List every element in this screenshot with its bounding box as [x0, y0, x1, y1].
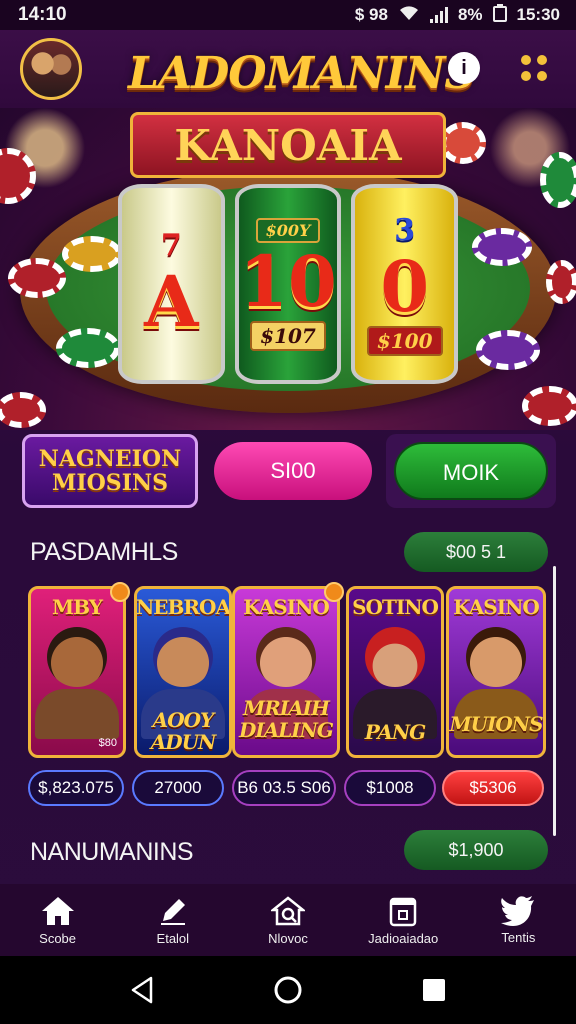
- price-badge[interactable]: $,823.075: [28, 770, 124, 806]
- promo-button[interactable]: NAGNEION MIOSINS: [22, 434, 198, 508]
- chip-icon: [0, 392, 46, 428]
- status-icons: $ 98 8% 15:30: [354, 3, 560, 27]
- chip-icon: [522, 386, 576, 426]
- nav-label: Jadioaiadao: [368, 930, 439, 946]
- card-caption: MUIONS: [449, 712, 543, 736]
- calendar-icon: [389, 897, 417, 926]
- home-circle-icon[interactable]: [273, 975, 303, 1005]
- price-row: $,823.075 27000 B6 03.5 S06 $1008 $5306: [0, 770, 576, 806]
- card-character: [256, 627, 316, 687]
- wifi-icon: [398, 5, 420, 26]
- reel-1: 7 A: [118, 184, 225, 384]
- battery-percent: 8%: [457, 5, 483, 24]
- battery-icon: [492, 3, 507, 27]
- signal-icon: [429, 7, 448, 23]
- price-badge[interactable]: $1008: [344, 770, 436, 806]
- avatar[interactable]: [20, 38, 82, 100]
- search-home-icon: [271, 895, 305, 925]
- menu-grid-icon[interactable]: [518, 52, 550, 84]
- action-row: NAGNEION MIOSINS SI00 MOIK: [0, 432, 576, 512]
- chip-icon: [62, 236, 122, 272]
- reel-3-bottom: $100: [366, 325, 443, 356]
- reel-2-top: $00Y: [255, 217, 321, 243]
- green-button[interactable]: MOIK: [394, 442, 548, 500]
- recents-icon[interactable]: [421, 977, 447, 1003]
- pink-button[interactable]: SI00: [214, 442, 372, 500]
- game-cards: MBY $80 NEBROA AOOY ADUN KASINO MRIAIH D…: [28, 582, 548, 762]
- game-card[interactable]: SOTINO PANG: [346, 586, 444, 758]
- game-card[interactable]: NEBROA AOOY ADUN: [134, 586, 232, 758]
- card-caption: MRIAIH DIALING: [239, 696, 334, 742]
- hero-title-banner: KANOAIA: [130, 112, 446, 178]
- scrollbar[interactable]: [553, 566, 556, 836]
- card-character: [365, 627, 425, 687]
- nav-item-search[interactable]: Nlovoc: [230, 884, 345, 956]
- chip-icon: [8, 258, 66, 298]
- back-icon[interactable]: [129, 976, 155, 1004]
- status-time: 14:10: [18, 4, 67, 25]
- nav-label: Etalol: [156, 930, 190, 946]
- card-character: [466, 627, 526, 687]
- pen-icon: [160, 898, 185, 925]
- game-card[interactable]: KASINO MRIAIH DIALING: [232, 586, 340, 758]
- price-badge[interactable]: $5306: [442, 770, 544, 806]
- system-nav-bar: [0, 956, 576, 1024]
- card-character: [153, 627, 213, 687]
- chip-icon: [476, 330, 540, 370]
- nav-label: Tentis: [501, 929, 536, 945]
- game-card[interactable]: KASINO MUIONS: [446, 586, 546, 758]
- price-badge[interactable]: 27000: [132, 770, 224, 806]
- status-clock: 15:30: [516, 5, 560, 24]
- info-button[interactable]: i: [448, 52, 480, 84]
- nav-label: Scobe: [39, 930, 77, 946]
- reel-2-bottom: $107: [250, 320, 326, 351]
- reel-3-symbol: 0: [380, 244, 430, 328]
- card-caption: AOOY ADUN: [150, 708, 217, 754]
- chip-icon: [56, 328, 120, 368]
- twitter-icon: [501, 895, 535, 926]
- hero-banner[interactable]: 7 A $00Y 10 $107 3 0 $100 KANOAIA: [0, 108, 576, 430]
- reel-2-symbol: 10: [239, 239, 337, 323]
- section-title-2: NANUMANINS: [30, 838, 194, 866]
- section-1-pill-button[interactable]: $00 5 1: [404, 532, 548, 572]
- reel-1-symbol: A: [144, 259, 199, 343]
- card-character-body: [35, 689, 119, 739]
- card-badge-icon: [110, 582, 130, 602]
- reel-1-top: 7: [160, 227, 182, 263]
- status-bar: 14:10 $ 98 8% 15:30: [0, 0, 576, 30]
- notification-icons: $ 98: [354, 5, 388, 24]
- card-title: KASINO: [243, 595, 330, 619]
- card-title: NEBROA: [136, 595, 230, 619]
- nav-item-home[interactable]: Scobe: [0, 884, 115, 956]
- section-2-pill-button[interactable]: $1,900: [404, 830, 548, 870]
- chip-icon: [540, 152, 576, 208]
- card-title: SOTINO: [352, 595, 439, 619]
- app-header: LADOMANINS i: [0, 30, 576, 108]
- price-badge[interactable]: B6 03.5 S06: [232, 770, 336, 806]
- card-title: MBY: [52, 595, 103, 619]
- card-title: KASINO: [453, 595, 540, 619]
- chip-icon: [472, 228, 532, 266]
- reel-2: $00Y 10 $107: [234, 184, 342, 384]
- home-icon: [41, 896, 74, 925]
- nav-item-edit[interactable]: Etalol: [115, 884, 230, 956]
- card-caption: PANG: [364, 720, 426, 744]
- chip-icon: [440, 122, 486, 164]
- chip-icon: [546, 260, 576, 304]
- section-title-1: PASDAMHLS: [30, 538, 178, 566]
- app-logo: LADOMANINS: [128, 48, 476, 99]
- reel-3: 3 0 $100: [351, 184, 459, 384]
- card-corner-value: $80: [98, 737, 117, 749]
- card-character: [47, 627, 107, 687]
- chip-icon: [0, 148, 36, 204]
- card-badge-icon: [324, 582, 344, 602]
- nav-label: Nlovoc: [268, 930, 308, 946]
- nav-item-twitter[interactable]: Tentis: [461, 884, 576, 956]
- reel-3-top: 3: [394, 212, 416, 248]
- slot-reels: 7 A $00Y 10 $107 3 0 $100: [118, 184, 459, 384]
- game-card[interactable]: MBY $80: [28, 586, 126, 758]
- nav-item-calendar[interactable]: Jadioaiadao: [346, 884, 461, 956]
- bottom-nav: Scobe Etalol Nlovoc Jadioaiadao Tentis: [0, 884, 576, 956]
